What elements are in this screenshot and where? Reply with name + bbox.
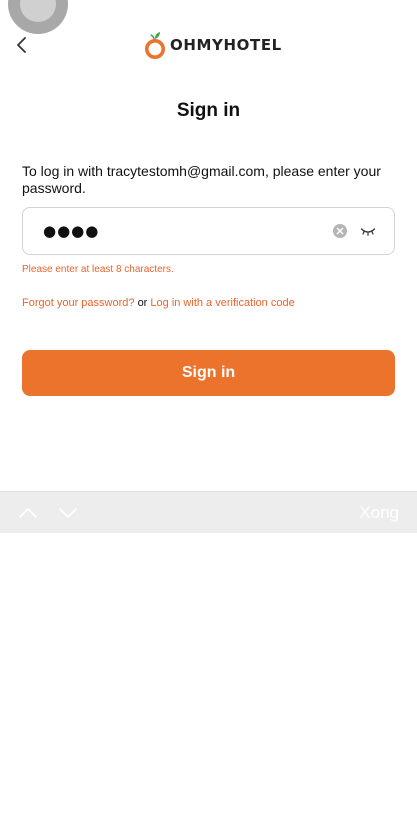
clear-circle-icon[interactable] — [333, 224, 347, 238]
sign-in-button[interactable]: Sign in — [22, 350, 395, 396]
orange-logo-icon — [145, 32, 165, 59]
verification-code-link[interactable]: Log in with a verification code — [150, 297, 294, 309]
chevron-up-icon[interactable] — [18, 507, 38, 519]
brand-logo: OHMYHOTEL — [144, 30, 282, 60]
chevron-left-icon — [17, 37, 26, 53]
back-button[interactable] — [10, 32, 34, 58]
password-input[interactable]: ●●●● — [43, 222, 333, 240]
or-separator: or — [137, 297, 151, 309]
touch-indicator — [8, 0, 68, 34]
chevron-down-icon[interactable] — [58, 507, 78, 519]
forgot-password-link[interactable]: Forgot your password? — [22, 297, 135, 309]
keyboard-toolbar: Xong — [0, 491, 417, 533]
password-field[interactable]: ●●●● — [22, 207, 395, 255]
password-error-message: Please enter at least 8 characters. — [22, 264, 174, 275]
alternate-login-links: Forgot your password? or Log in with a v… — [22, 297, 295, 309]
eye-closed-icon[interactable] — [360, 225, 376, 237]
keyboard-done-button[interactable]: Xong — [359, 503, 399, 523]
page-title: Sign in — [176, 100, 241, 121]
logo-text: OHMYHOTEL — [170, 36, 282, 54]
login-instruction: To log in with tracytestomh@gmail.com, p… — [22, 163, 381, 196]
